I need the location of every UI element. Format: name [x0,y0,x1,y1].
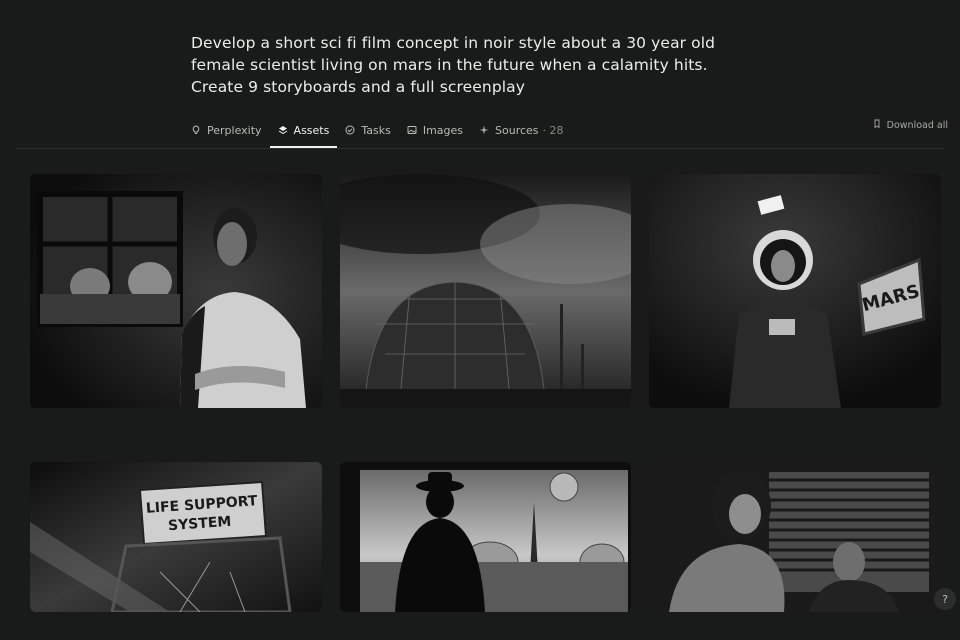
prompt-line: Create 9 storyboards and a full screenpl… [191,78,526,96]
prompt-line: female scientist living on mars in the f… [191,56,708,74]
storyboard-image-3[interactable]: MARS [649,174,941,408]
tab-label: Sources [495,123,539,137]
layers-icon [278,125,288,135]
sources-count: · 28 [542,123,564,137]
sparkle-icon [479,125,489,135]
tab-perplexity[interactable]: Perplexity [191,112,270,148]
storyboard-image-1[interactable] [30,174,322,408]
storyboard-image-2[interactable] [340,174,631,408]
storyboard-image-6[interactable] [649,462,941,612]
download-all-button[interactable]: Download all [872,112,948,138]
lightbulb-icon [191,125,201,135]
tab-bar: Perplexity Assets Tasks Images Sources ·… [191,112,572,148]
tab-label: Tasks [361,123,391,137]
prompt-text: Develop a short sci fi film concept in n… [191,32,751,98]
storyboard-image-5[interactable] [340,462,631,612]
tab-sources[interactable]: Sources · 28 [471,112,572,148]
prompt-line: Develop a short sci fi film concept in n… [191,34,716,52]
tab-assets[interactable]: Assets [269,112,338,148]
help-button[interactable]: ? [934,588,956,610]
help-label: ? [942,592,948,606]
image-icon [407,125,417,135]
download-icon [872,119,882,132]
page: Develop a short sci fi film concept in n… [0,0,960,640]
divider [16,148,944,149]
download-label: Download all [886,119,948,131]
tab-tasks[interactable]: Tasks [337,112,398,148]
tab-label: Images [422,123,464,137]
tab-label: Perplexity [207,123,262,137]
tab-label: Assets [293,123,330,137]
tab-images[interactable]: Images [399,112,471,148]
check-circle-icon [345,125,355,135]
storyboard-image-4[interactable]: LIFE SUPPORT SYSTEM [30,462,322,612]
